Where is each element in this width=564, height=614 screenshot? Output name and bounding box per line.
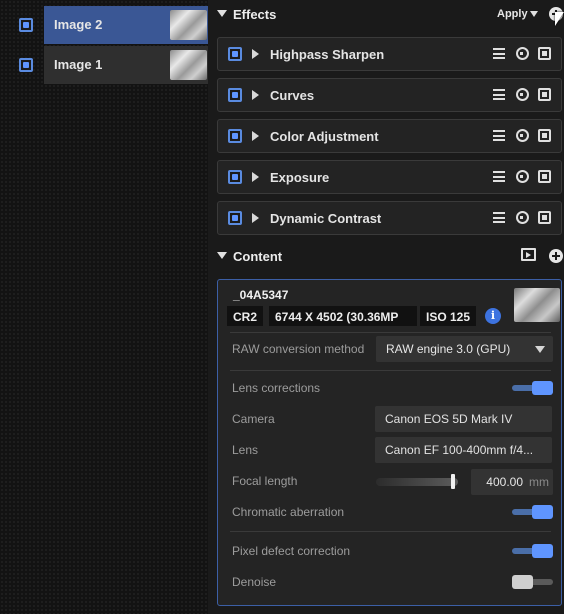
- effect-dynamic-contrast[interactable]: Dynamic Contrast: [217, 201, 562, 235]
- menu-icon[interactable]: [493, 212, 505, 223]
- pixel-defect-toggle[interactable]: [512, 544, 553, 558]
- reset-icon[interactable]: [516, 170, 529, 183]
- effect-enable-checkbox[interactable]: [228, 129, 242, 143]
- mask-icon[interactable]: [538, 170, 551, 183]
- layer-visibility-checkbox[interactable]: [19, 58, 33, 72]
- effect-name: Curves: [270, 88, 315, 103]
- lens-corrections-toggle[interactable]: [512, 381, 553, 395]
- focal-length-input[interactable]: 400.00 mm: [471, 469, 553, 495]
- layer-name: Image 2: [54, 17, 103, 32]
- info-icon[interactable]: i: [485, 308, 501, 324]
- apply-dropdown-icon[interactable]: [530, 11, 538, 17]
- expand-triangle-icon[interactable]: [252, 172, 259, 182]
- camera-field[interactable]: Canon EOS 5D Mark IV: [375, 406, 552, 432]
- chromatic-aberration-label: Chromatic aberration: [232, 505, 345, 519]
- collapse-triangle-icon[interactable]: [217, 10, 227, 17]
- menu-icon[interactable]: [493, 130, 505, 141]
- focal-length-slider-handle[interactable]: [450, 474, 455, 489]
- reset-icon[interactable]: [516, 211, 529, 224]
- dropdown-arrow-icon: [535, 346, 545, 353]
- expand-triangle-icon[interactable]: [252, 131, 259, 141]
- layers-panel: Image 2 Image 1: [0, 0, 208, 614]
- focal-length-unit: mm: [529, 475, 549, 489]
- file-name: _04A5347: [233, 288, 289, 302]
- effect-enable-checkbox[interactable]: [228, 170, 242, 184]
- properties-panel: Effects Apply Highpass Sharpen Curves Co…: [208, 0, 564, 614]
- reset-icon[interactable]: [516, 47, 529, 60]
- layer-row-image-2: Image 2: [0, 6, 208, 44]
- layer-thumbnail: [170, 10, 207, 40]
- content-title: Content: [233, 249, 283, 264]
- menu-icon[interactable]: [493, 171, 505, 182]
- expand-triangle-icon[interactable]: [252, 213, 259, 223]
- dimensions-badge: 6744 X 4502 (30.36MP: [269, 306, 417, 326]
- mouse-cursor-icon: [555, 12, 564, 26]
- focal-length-value: 400.00: [486, 475, 523, 489]
- format-badge: CR2: [227, 306, 264, 326]
- divider: [230, 531, 551, 532]
- effect-exposure[interactable]: Exposure: [217, 160, 562, 194]
- layer-visibility-checkbox[interactable]: [19, 18, 33, 32]
- effect-enable-checkbox[interactable]: [228, 47, 242, 61]
- menu-icon[interactable]: [493, 48, 505, 59]
- apply-button[interactable]: Apply: [497, 8, 528, 20]
- layer-thumbnail: [170, 50, 207, 80]
- effects-title: Effects: [233, 7, 277, 22]
- effect-enable-checkbox[interactable]: [228, 211, 242, 225]
- pixel-defect-label: Pixel defect correction: [232, 544, 351, 558]
- expand-triangle-icon[interactable]: [252, 49, 259, 59]
- content-card: _04A5347 CR2 6744 X 4502 (30.36MP ISO 12…: [217, 279, 562, 606]
- divider: [230, 370, 551, 371]
- mask-icon[interactable]: [538, 211, 551, 224]
- divider: [230, 332, 551, 333]
- effect-color-adjustment[interactable]: Color Adjustment: [217, 119, 562, 153]
- content-header: Content: [208, 242, 564, 270]
- add-content-icon[interactable]: [549, 249, 563, 263]
- collapse-triangle-icon[interactable]: [217, 252, 227, 259]
- expand-triangle-icon[interactable]: [252, 90, 259, 100]
- lens-field[interactable]: Canon EF 100-400mm f/4...: [375, 437, 552, 463]
- file-thumbnail: [514, 288, 560, 322]
- effects-header: Effects Apply: [208, 0, 564, 28]
- reset-icon[interactable]: [516, 88, 529, 101]
- effect-curves[interactable]: Curves: [217, 78, 562, 112]
- iso-badge: ISO 125: [420, 306, 477, 326]
- layer-name: Image 1: [54, 57, 103, 72]
- mask-icon[interactable]: [538, 129, 551, 142]
- lens-label: Lens: [232, 443, 259, 457]
- mask-icon[interactable]: [538, 88, 551, 101]
- layer-row-image-1: Image 1: [0, 46, 208, 84]
- import-folder-icon[interactable]: [521, 248, 536, 261]
- effect-name: Color Adjustment: [270, 129, 379, 144]
- layer-item-image-2[interactable]: Image 2: [44, 6, 208, 44]
- effect-enable-checkbox[interactable]: [228, 88, 242, 102]
- focal-length-slider[interactable]: [376, 478, 458, 486]
- effect-name: Exposure: [270, 170, 330, 185]
- raw-conversion-select[interactable]: RAW engine 3.0 (GPU): [376, 336, 553, 362]
- reset-icon[interactable]: [516, 129, 529, 142]
- raw-conversion-label: RAW conversion method: [232, 342, 365, 356]
- camera-label: Camera: [232, 412, 275, 426]
- denoise-toggle[interactable]: [512, 575, 553, 589]
- focal-length-label: Focal length: [232, 474, 298, 488]
- denoise-label: Denoise: [232, 575, 277, 589]
- chromatic-aberration-toggle[interactable]: [512, 505, 553, 519]
- raw-conversion-value: RAW engine 3.0 (GPU): [386, 342, 511, 356]
- mask-icon[interactable]: [538, 47, 551, 60]
- effect-name: Dynamic Contrast: [270, 211, 382, 226]
- layer-item-image-1[interactable]: Image 1: [44, 46, 208, 84]
- effect-highpass-sharpen[interactable]: Highpass Sharpen: [217, 37, 562, 71]
- effect-name: Highpass Sharpen: [270, 47, 385, 62]
- lens-corrections-label: Lens corrections: [232, 381, 321, 395]
- menu-icon[interactable]: [493, 89, 505, 100]
